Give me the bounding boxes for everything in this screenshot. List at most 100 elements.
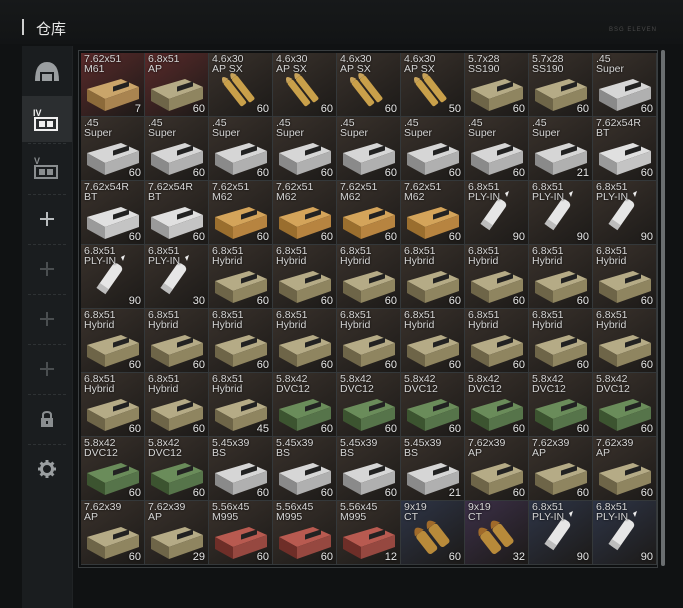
stash-item[interactable]: 7.62x51 M62 60 xyxy=(337,181,401,245)
stash-item[interactable]: 6.8x51 Hybrid 60 xyxy=(529,245,593,309)
item-stack-count: 60 xyxy=(384,103,397,115)
stash-item[interactable]: 6.8x51 PLY-IN 90 xyxy=(529,181,593,245)
build-watermark: BSG ELEVEN xyxy=(608,27,657,33)
item-stack-count: 60 xyxy=(448,231,461,243)
stash-item[interactable]: 7.62x54R BT 60 xyxy=(145,181,209,245)
item-stack-count: 60 xyxy=(320,551,333,563)
item-stack-count: 60 xyxy=(256,103,269,115)
item-stack-count: 60 xyxy=(128,551,141,563)
stash-item[interactable]: 5.56x45 M995 60 xyxy=(273,501,337,565)
stash-item[interactable]: .45 Super 60 xyxy=(209,117,273,181)
stash-item[interactable]: 6.8x51 Hybrid 60 xyxy=(529,309,593,373)
sidebar-item-add-tab-1[interactable] xyxy=(22,196,72,242)
item-stack-count: 60 xyxy=(640,423,653,435)
stash-item[interactable]: 7.62x51 M62 60 xyxy=(209,181,273,245)
stash-item[interactable]: 6.8x51 Hybrid 60 xyxy=(593,309,657,373)
stash-item[interactable]: 5.56x45 M995 12 xyxy=(337,501,401,565)
stash-item[interactable]: 6.8x51 Hybrid 60 xyxy=(593,245,657,309)
sidebar-item-add-tab-4[interactable] xyxy=(22,346,72,392)
stash-item[interactable]: 4.6x30 AP SX 50 xyxy=(401,53,465,117)
stash-item[interactable]: 6.8x51 PLY-IN 90 xyxy=(81,245,145,309)
stash-item[interactable]: 5.45x39 BS 60 xyxy=(337,437,401,501)
stash-item[interactable]: .45 Super 21 xyxy=(529,117,593,181)
stash-item[interactable]: 5.45x39 BS 60 xyxy=(273,437,337,501)
sidebar-item-add-tab-3[interactable] xyxy=(22,296,72,342)
stash-item[interactable]: 6.8x51 Hybrid 60 xyxy=(465,245,529,309)
stash-item[interactable]: 6.8x51 Hybrid 60 xyxy=(209,309,273,373)
stash-item[interactable]: 6.8x51 PLY-IN 90 xyxy=(465,181,529,245)
stash-item[interactable]: 6.8x51 Hybrid 60 xyxy=(145,309,209,373)
stash-item[interactable]: .45 Super 60 xyxy=(593,53,657,117)
stash-item[interactable]: 7.62x39 AP 60 xyxy=(465,437,529,501)
stash-item[interactable]: .45 Super 60 xyxy=(273,117,337,181)
stash-item[interactable]: 4.6x30 AP SX 60 xyxy=(337,53,401,117)
sidebar-item-add-tab-2[interactable] xyxy=(22,246,72,292)
stash-item[interactable]: 9x19 CT 32 xyxy=(465,501,529,565)
sidebar-item-settings[interactable] xyxy=(22,446,72,492)
item-stack-count: 45 xyxy=(256,423,269,435)
item-stack-count: 90 xyxy=(576,551,589,563)
stash-item[interactable]: 7.62x39 AP 29 xyxy=(145,501,209,565)
stash-item[interactable]: 5.8x42 DVC12 60 xyxy=(81,437,145,501)
stash-item[interactable]: 6.8x51 AP 60 xyxy=(145,53,209,117)
stash-item[interactable]: 5.7x28 SS190 60 xyxy=(465,53,529,117)
stash-item[interactable]: 7.62x54R BT 60 xyxy=(81,181,145,245)
sidebar-item-equipment[interactable] xyxy=(22,50,72,94)
stash-item[interactable]: 6.8x51 Hybrid 60 xyxy=(81,309,145,373)
item-stack-count: 60 xyxy=(320,231,333,243)
item-short-name: 5.7x28 SS190 xyxy=(532,53,564,75)
item-stack-count: 60 xyxy=(192,167,205,179)
stash-item[interactable]: 7.62x39 AP 60 xyxy=(81,501,145,565)
stash-item[interactable]: 7.62x54R BT 60 xyxy=(593,117,657,181)
stash-item[interactable]: 5.8x42 DVC12 60 xyxy=(465,373,529,437)
stash-item[interactable]: 6.8x51 Hybrid 60 xyxy=(337,309,401,373)
stash-item[interactable]: 5.7x28 SS190 60 xyxy=(529,53,593,117)
stash-item[interactable]: 6.8x51 Hybrid 60 xyxy=(81,373,145,437)
stash-item[interactable]: 6.8x51 PLY-IN 90 xyxy=(593,501,657,565)
stash-item[interactable]: 7.62x51 M62 60 xyxy=(401,181,465,245)
stash-item[interactable]: 6.8x51 Hybrid 60 xyxy=(273,309,337,373)
scrollbar-thumb[interactable] xyxy=(661,50,665,566)
item-short-name: 6.8x51 Hybrid xyxy=(148,373,180,395)
stash-item[interactable]: 6.8x51 Hybrid 60 xyxy=(401,245,465,309)
stash-item[interactable]: 5.8x42 DVC12 60 xyxy=(529,373,593,437)
plus-icon xyxy=(40,262,54,276)
stash-item[interactable]: 5.8x42 DVC12 60 xyxy=(273,373,337,437)
stash-item[interactable]: 6.8x51 PLY-IN 90 xyxy=(529,501,593,565)
sidebar-item-stash-iv[interactable]: IV xyxy=(22,96,72,142)
stash-item[interactable]: 6.8x51 PLY-IN 90 xyxy=(593,181,657,245)
sidebar-item-stash-v[interactable]: V xyxy=(22,144,72,190)
stash-item[interactable]: 9x19 CT 60 xyxy=(401,501,465,565)
stash-item[interactable]: .45 Super 60 xyxy=(145,117,209,181)
stash-item[interactable]: 4.6x30 AP SX 60 xyxy=(273,53,337,117)
stash-item[interactable]: 7.62x51 M61 7 xyxy=(81,53,145,117)
item-short-name: 4.6x30 AP SX xyxy=(340,53,372,75)
stash-item[interactable]: 5.8x42 DVC12 60 xyxy=(401,373,465,437)
stash-item[interactable]: .45 Super 60 xyxy=(401,117,465,181)
item-stack-count: 60 xyxy=(448,295,461,307)
stash-item[interactable]: 7.62x51 M62 60 xyxy=(273,181,337,245)
stash-item[interactable]: 6.8x51 Hybrid 45 xyxy=(209,373,273,437)
stash-item[interactable]: 7.62x39 AP 60 xyxy=(529,437,593,501)
stash-item[interactable]: 6.8x51 Hybrid 60 xyxy=(273,245,337,309)
stash-item[interactable]: 6.8x51 Hybrid 60 xyxy=(465,309,529,373)
stash-item[interactable]: 5.8x42 DVC12 60 xyxy=(145,437,209,501)
stash-item[interactable]: .45 Super 60 xyxy=(337,117,401,181)
stash-item[interactable]: 5.8x42 DVC12 60 xyxy=(593,373,657,437)
stash-item[interactable]: 5.56x45 M995 60 xyxy=(209,501,273,565)
stash-item[interactable]: 4.6x30 AP SX 60 xyxy=(209,53,273,117)
stash-item[interactable]: 6.8x51 Hybrid 60 xyxy=(337,245,401,309)
stash-item[interactable]: 5.8x42 DVC12 60 xyxy=(337,373,401,437)
stash-item[interactable]: 6.8x51 Hybrid 60 xyxy=(209,245,273,309)
stash-item[interactable]: 6.8x51 PLY-IN 30 xyxy=(145,245,209,309)
stash-item[interactable]: 7.62x39 AP 60 xyxy=(593,437,657,501)
stash-item[interactable]: 6.8x51 Hybrid 60 xyxy=(145,373,209,437)
stash-item[interactable]: 5.45x39 BS 60 xyxy=(209,437,273,501)
sidebar-item-lock[interactable] xyxy=(22,396,72,442)
item-short-name: 6.8x51 Hybrid xyxy=(532,245,564,267)
stash-item[interactable]: 6.8x51 Hybrid 60 xyxy=(401,309,465,373)
stash-item[interactable]: 5.45x39 BS 21 xyxy=(401,437,465,501)
stash-item[interactable]: .45 Super 60 xyxy=(465,117,529,181)
item-stack-count: 60 xyxy=(512,487,525,499)
stash-item[interactable]: .45 Super 60 xyxy=(81,117,145,181)
